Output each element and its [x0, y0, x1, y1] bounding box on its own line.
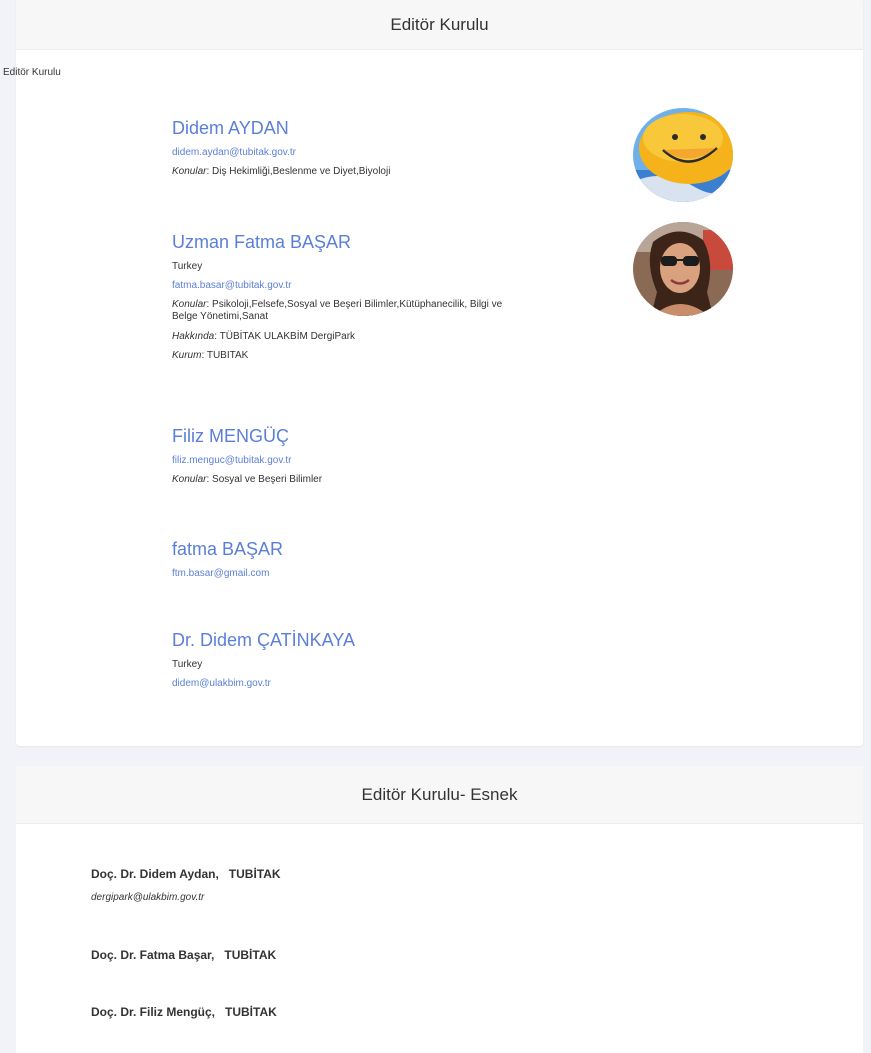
topics-value: Psikoloji,Felsefe,Sosyal ve Beşeri Bilim…: [212, 299, 503, 310]
member-topics: Konular: Sosyal ve Beşeri Bilimler: [172, 474, 323, 485]
flex-board-email[interactable]: dergipark@ulakbim.gov.tr: [91, 892, 281, 904]
flex-board-item: Doç. Dr. Filiz Mengüç, TUBİTAK: [91, 1005, 277, 1019]
member-name[interactable]: Filiz MENGÜÇ: [172, 426, 602, 446]
topics-value-continued: Belge Yönetimi,Sanat: [172, 311, 268, 322]
flex-board-name: Doç. Dr. Filiz Mengüç, TUBİTAK: [91, 1005, 277, 1019]
topics-label: Konular: [172, 474, 207, 485]
member-email[interactable]: filiz.menguc@tubitak.gov.tr: [172, 455, 602, 467]
smiley-balloon-avatar: [633, 108, 733, 202]
member-name[interactable]: Didem AYDAN: [172, 118, 602, 138]
flex-board-name: Doç. Dr. Fatma Başar, TUBİTAK: [91, 948, 277, 962]
topics-value: Diş Hekimliği,Beslenme ve Diyet,Biyoloji: [212, 166, 391, 177]
topics-label: Konular: [172, 166, 207, 177]
topics-label: Konular: [172, 299, 207, 310]
member-didem-catinkaya: Dr. Didem ÇATİNKAYA Turkey didem@ulakbim…: [172, 630, 602, 697]
member-topics: Konular: Diş Hekimliği,Beslenme ve Diyet…: [172, 166, 391, 177]
member-filiz-menguc: Filiz MENGÜÇ filiz.menguc@tubitak.gov.tr…: [172, 426, 602, 493]
member-email[interactable]: didem.aydan@tubitak.gov.tr: [172, 147, 602, 159]
member-country: Turkey: [172, 659, 203, 670]
about-value: TÜBİTAK ULAKBİM DergiPark: [219, 331, 356, 342]
flex-board-item: Doç. Dr. Didem Aydan, TUBİTAK dergipark@…: [91, 867, 281, 904]
member-didem-aydan: Didem AYDAN didem.aydan@tubitak.gov.tr K…: [172, 118, 602, 185]
section-label: Editör Kurulu: [3, 67, 61, 78]
institution-value: TUBITAK: [206, 350, 249, 361]
member-institution: Kurum: TUBITAK: [172, 350, 249, 361]
flex-board-name: Doç. Dr. Didem Aydan, TUBİTAK: [91, 867, 281, 881]
topics-value: Sosyal ve Beşeri Bilimler: [212, 474, 323, 485]
member-fatma-basar-2: fatma BAŞAR ftm.basar@gmail.com: [172, 539, 602, 587]
about-label: Hakkında: [172, 331, 215, 342]
page: Editör Kurulu Editör Kurulu Didem AYDAN …: [0, 0, 871, 1053]
member-fatma-basar: Uzman Fatma BAŞAR Turkey fatma.basar@tub…: [172, 232, 602, 369]
flex-board-item: Doç. Dr. Fatma Başar, TUBİTAK: [91, 948, 276, 962]
flexible-board-card: Editör Kurulu- Esnek Doç. Dr. Didem Ayda…: [16, 766, 863, 1053]
member-email[interactable]: fatma.basar@tubitak.gov.tr: [172, 280, 602, 292]
member-country: Turkey: [172, 261, 203, 272]
member-about: Hakkında: TÜBİTAK ULAKBİM DergiPark: [172, 331, 356, 342]
person-photo-avatar: [633, 222, 733, 316]
member-name[interactable]: fatma BAŞAR: [172, 539, 602, 559]
member-name[interactable]: Dr. Didem ÇATİNKAYA: [172, 630, 602, 650]
member-name[interactable]: Uzman Fatma BAŞAR: [172, 232, 602, 252]
member-topics: Konular: Psikoloji,Felsefe,Sosyal ve Beş…: [172, 299, 503, 322]
institution-label: Kurum: [172, 350, 202, 361]
member-email[interactable]: didem@ulakbim.gov.tr: [172, 678, 602, 690]
flexible-board-header: Editör Kurulu- Esnek: [16, 766, 863, 824]
member-email[interactable]: ftm.basar@gmail.com: [172, 568, 602, 580]
editorial-board-header: Editör Kurulu: [16, 0, 863, 50]
